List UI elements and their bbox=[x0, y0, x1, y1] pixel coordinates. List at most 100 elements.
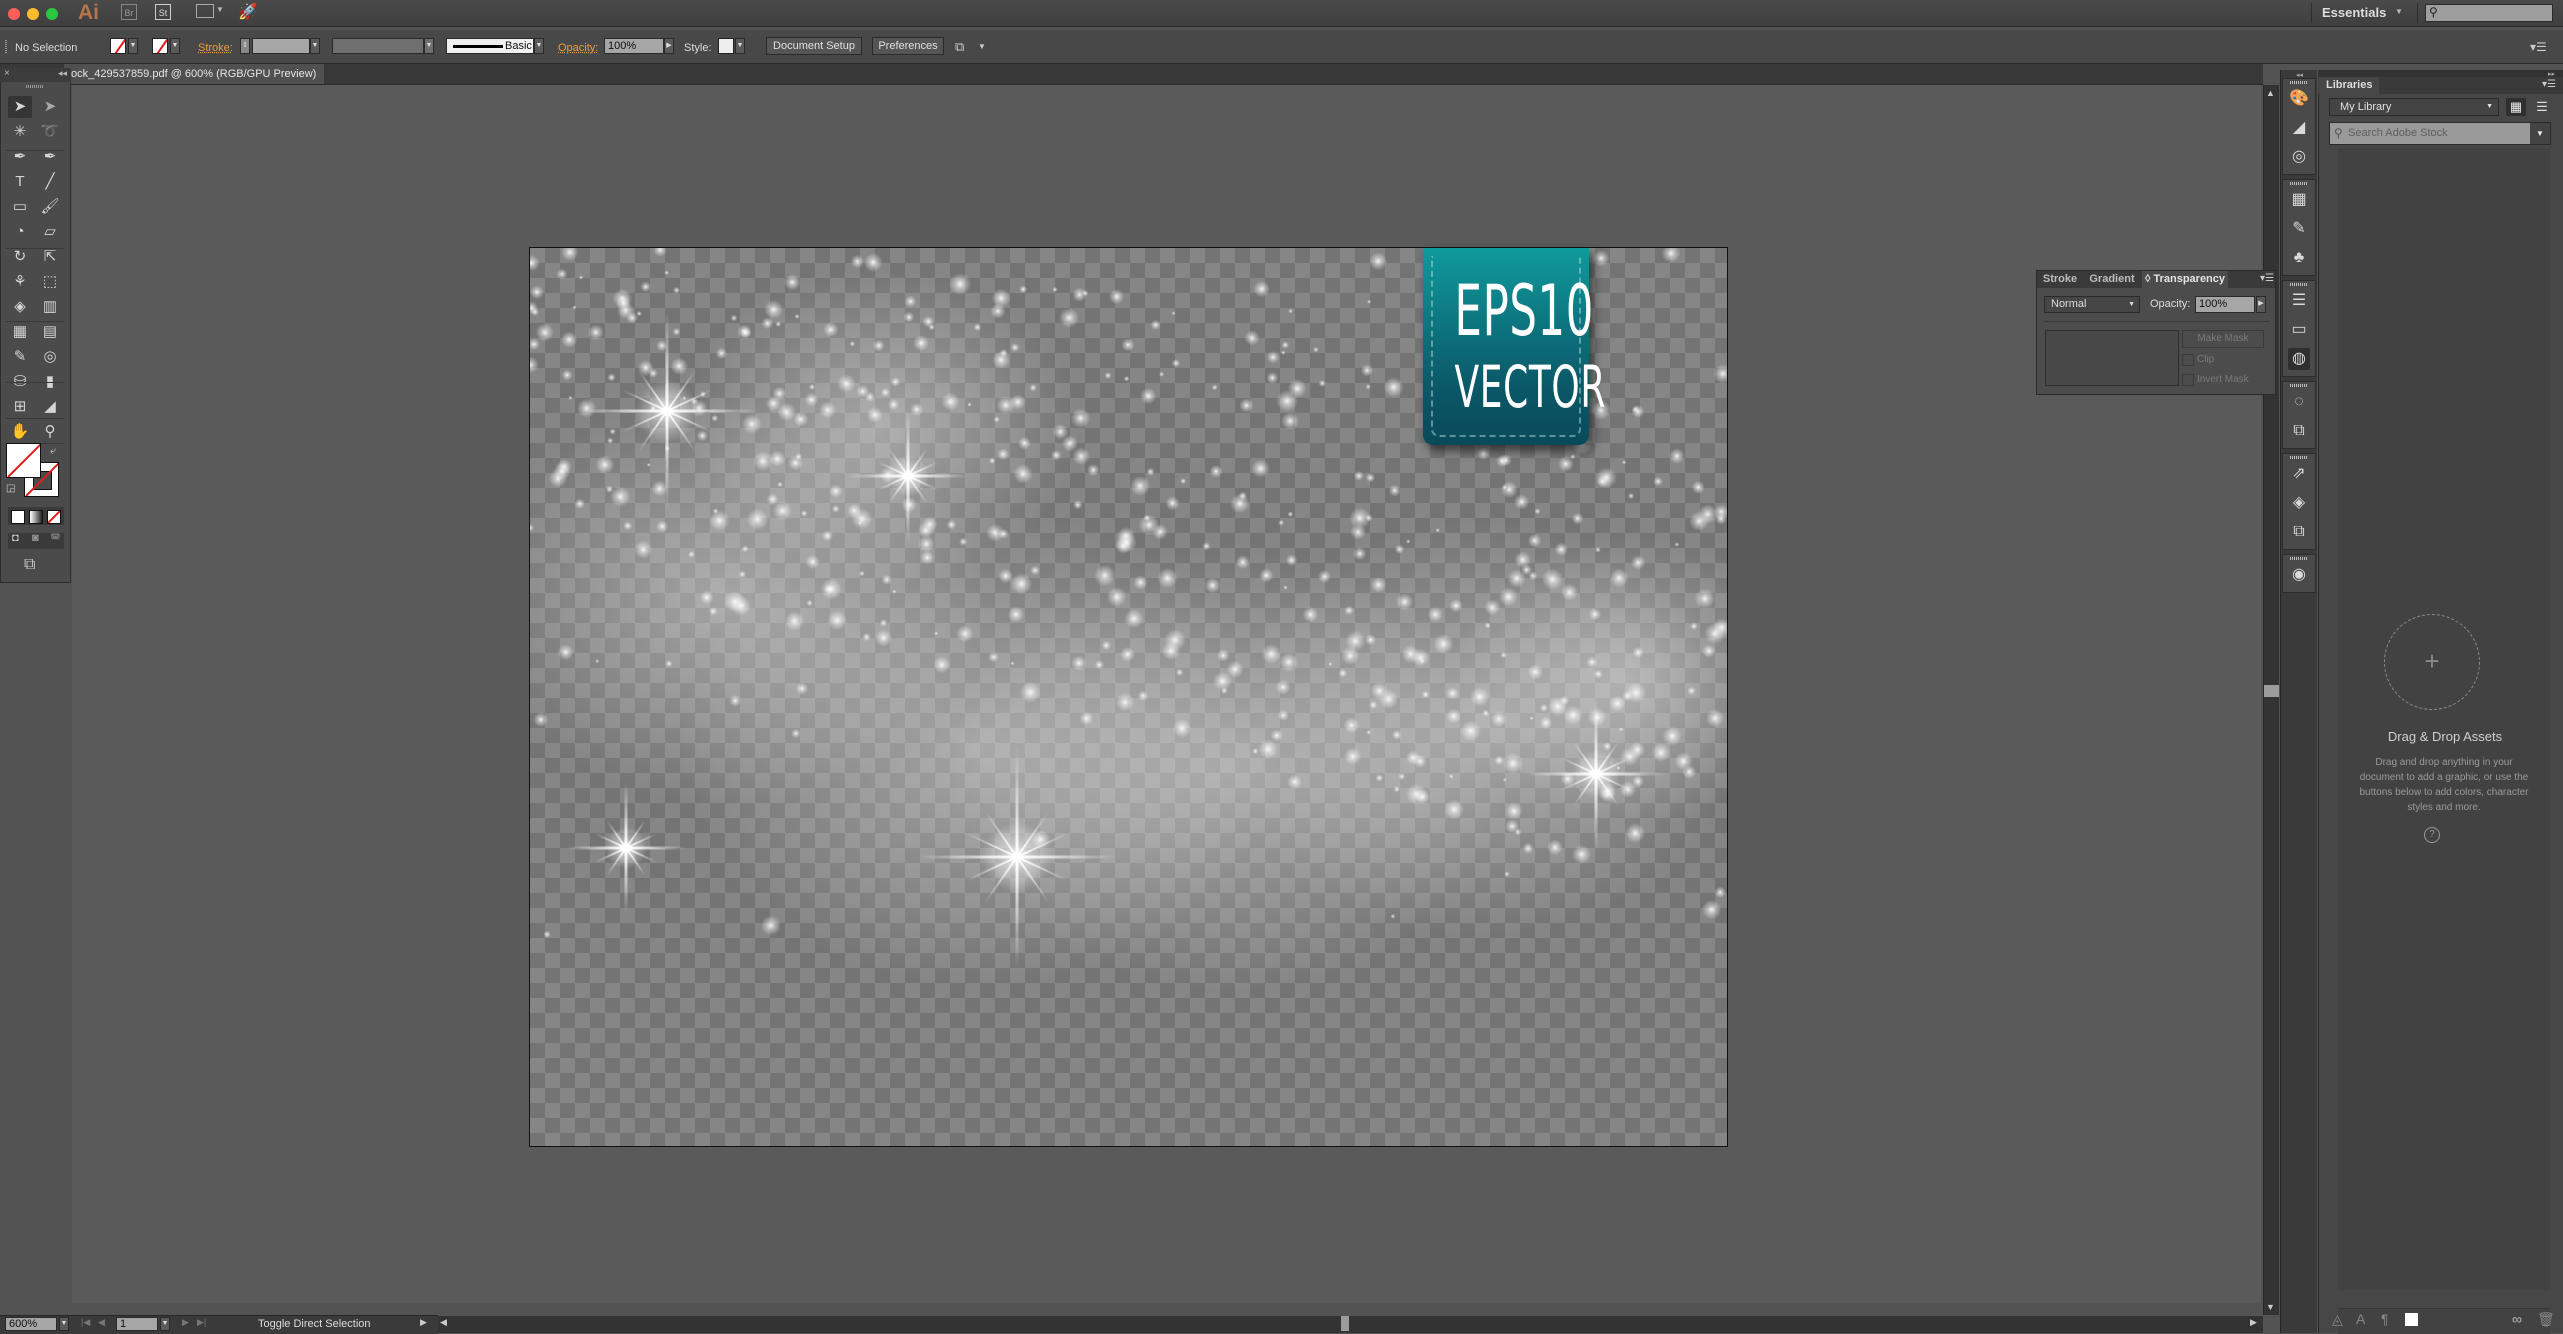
none-mode-button[interactable] bbox=[47, 510, 61, 524]
opacity-label[interactable]: Opacity: bbox=[558, 42, 598, 54]
transparency-icon[interactable]: ◍ bbox=[2288, 348, 2310, 370]
appearance-icon[interactable]: ◌ bbox=[2288, 391, 2310, 413]
gradient-mode-button[interactable] bbox=[29, 510, 43, 524]
select-similar-objects-icon[interactable]: ⧉ bbox=[955, 39, 964, 55]
clip-checkbox[interactable] bbox=[2182, 354, 2194, 366]
panel-menu-icon[interactable]: ▾☰ bbox=[2542, 79, 2556, 90]
stroke-swatch-dropdown[interactable]: ▼ bbox=[170, 38, 180, 54]
stock-button[interactable]: St bbox=[155, 4, 171, 20]
dock-group-grip[interactable] bbox=[2290, 81, 2308, 84]
tab-stroke[interactable]: Stroke bbox=[2038, 271, 2082, 288]
fill-dropdown[interactable]: ▼ bbox=[128, 38, 138, 54]
stock-search-input[interactable]: ⚲ Search Adobe Stock ▼ bbox=[2329, 122, 2551, 145]
document-setup-button[interactable]: Document Setup bbox=[766, 37, 862, 55]
workspace-dropdown-icon[interactable]: ▼ bbox=[2395, 7, 2403, 16]
close-window-button[interactable] bbox=[8, 8, 20, 20]
zoom-level-field[interactable]: 600% bbox=[5, 1317, 57, 1331]
eraser-tool[interactable]: ▱ bbox=[38, 221, 62, 243]
invert-mask-checkbox[interactable] bbox=[2182, 374, 2194, 386]
perspective-grid-tool[interactable]: ▥ bbox=[38, 296, 62, 318]
puppet-warp-tool[interactable]: ⚘ bbox=[8, 271, 32, 293]
previous-artboard-button[interactable]: ◀ bbox=[98, 1317, 105, 1328]
stroke-label[interactable]: Stroke: bbox=[198, 42, 233, 54]
arrange-dropdown-icon[interactable]: ▼ bbox=[216, 5, 224, 14]
last-artboard-button[interactable]: ▶| bbox=[197, 1317, 206, 1328]
mesh-tool[interactable]: ▦ bbox=[8, 321, 32, 343]
paintbrush-tool[interactable]: 🖌 bbox=[38, 196, 62, 218]
collapse-icon[interactable]: ◂◂ bbox=[58, 68, 67, 79]
bridge-button[interactable]: Br bbox=[121, 4, 137, 20]
opacity-slider-button[interactable]: ▶ bbox=[2256, 296, 2266, 313]
tab-libraries[interactable]: Libraries bbox=[2319, 77, 2379, 94]
brush-dropdown[interactable]: ▼ bbox=[534, 38, 544, 54]
artboards-icon[interactable]: ⧉ bbox=[2288, 521, 2310, 543]
next-artboard-button[interactable]: ▶ bbox=[182, 1317, 189, 1328]
search-dropdown-icon[interactable]: ▼ bbox=[2530, 123, 2550, 144]
tab-transparency[interactable]: ◊ Transparency bbox=[2142, 271, 2228, 288]
artboard-tool[interactable]: ⊞ bbox=[8, 396, 32, 418]
line-segment-tool[interactable]: ╱ bbox=[38, 171, 62, 193]
control-bar-grip[interactable] bbox=[5, 40, 7, 54]
mask-thumbnail[interactable] bbox=[2045, 330, 2179, 386]
gradient-tool[interactable]: ▤ bbox=[38, 321, 62, 343]
trash-icon[interactable]: 🗑 bbox=[2537, 1311, 2555, 1328]
draw-normal-icon[interactable]: ◘ bbox=[12, 532, 19, 544]
selection-tool[interactable]: ➤ bbox=[8, 96, 32, 118]
color-guide-icon[interactable]: ◢ bbox=[2288, 117, 2310, 139]
fill-none-indicator[interactable] bbox=[6, 443, 41, 478]
scale-tool[interactable]: ⇱ bbox=[38, 246, 62, 268]
libraries-panel-header[interactable] bbox=[2318, 70, 2563, 77]
workspace-switcher[interactable]: Essentials bbox=[2322, 5, 2386, 20]
grid-view-button[interactable]: ▦ bbox=[2506, 98, 2526, 116]
shape-builder-tool[interactable]: ◈ bbox=[8, 296, 32, 318]
tools-grip[interactable] bbox=[26, 85, 44, 88]
status-menu-arrow[interactable]: ▶ bbox=[420, 1317, 427, 1328]
tools-panel-header[interactable]: × ◂◂ bbox=[0, 68, 71, 82]
transparency-opacity-field[interactable]: 100% bbox=[2195, 296, 2255, 313]
artboard-dropdown[interactable]: ▼ bbox=[160, 1317, 170, 1331]
scroll-left-arrow[interactable]: ◀ bbox=[440, 1317, 447, 1328]
graphic-styles-icon[interactable]: ⧉ bbox=[2288, 420, 2310, 442]
type-tool[interactable]: T bbox=[8, 171, 32, 193]
stroke-icon[interactable]: ☰ bbox=[2288, 290, 2310, 312]
dock-group-grip[interactable] bbox=[2290, 283, 2308, 286]
hand-tool[interactable]: ✋ bbox=[8, 421, 32, 443]
dock-group-grip[interactable] bbox=[2290, 384, 2308, 387]
gpu-performance-icon[interactable]: 🚀 bbox=[238, 2, 258, 22]
scroll-down-arrow[interactable]: ▼ bbox=[2266, 1302, 2275, 1312]
first-artboard-button[interactable]: |◀ bbox=[81, 1317, 90, 1328]
stroke-weight-field[interactable] bbox=[252, 38, 310, 54]
stroke-swatch[interactable] bbox=[152, 38, 168, 54]
zoom-tool[interactable]: ⚲ bbox=[38, 421, 62, 443]
horizontal-scrollbar[interactable] bbox=[438, 1316, 2263, 1333]
dock-group-grip[interactable] bbox=[2290, 456, 2308, 459]
rotate-tool[interactable]: ↻ bbox=[8, 246, 32, 268]
zoom-window-button[interactable] bbox=[46, 8, 58, 20]
list-view-button[interactable]: ☰ bbox=[2532, 98, 2552, 116]
fill-swatch[interactable] bbox=[110, 38, 126, 54]
opacity-field[interactable]: 100% bbox=[604, 38, 664, 54]
change-screen-mode-icon[interactable]: ⧉ bbox=[24, 556, 35, 574]
select-similar-dropdown-icon[interactable]: ▼ bbox=[978, 42, 986, 51]
symbols-icon[interactable]: ♣ bbox=[2288, 247, 2310, 269]
dock-group-grip[interactable] bbox=[2290, 557, 2308, 560]
blend-mode-select[interactable]: Normal ▼ bbox=[2044, 296, 2140, 313]
brush-definition[interactable]: Basic bbox=[446, 38, 534, 54]
panel-menu-icon[interactable]: ▾☰ bbox=[2260, 273, 2274, 284]
add-graphic-icon[interactable]: ◬ bbox=[2332, 1311, 2343, 1328]
eps10-vector-badge[interactable]: EPS10 VECTOR bbox=[1423, 248, 1605, 445]
tab-gradient[interactable]: Gradient bbox=[2084, 271, 2140, 288]
blend-tool[interactable]: ◎ bbox=[38, 346, 62, 368]
color-icon[interactable]: 🎨 bbox=[2288, 88, 2310, 110]
opacity-slider-button[interactable]: ▶ bbox=[664, 38, 674, 54]
direct-selection-tool[interactable]: ➤ bbox=[38, 96, 62, 118]
help-search-input[interactable]: ⚲ bbox=[2425, 4, 2553, 22]
add-asset-drop-zone[interactable]: + bbox=[2384, 614, 2480, 710]
magic-wand-tool[interactable]: ✳ bbox=[8, 121, 32, 143]
graphic-style-swatch[interactable] bbox=[718, 38, 734, 54]
color-themes-icon[interactable]: ◎ bbox=[2288, 146, 2310, 168]
swatches-icon[interactable]: ▦ bbox=[2288, 189, 2310, 211]
layers-icon[interactable]: ◈ bbox=[2288, 492, 2310, 514]
slice-tool[interactable]: ◢ bbox=[38, 396, 62, 418]
graphic-style-dropdown[interactable]: ▼ bbox=[735, 38, 745, 54]
